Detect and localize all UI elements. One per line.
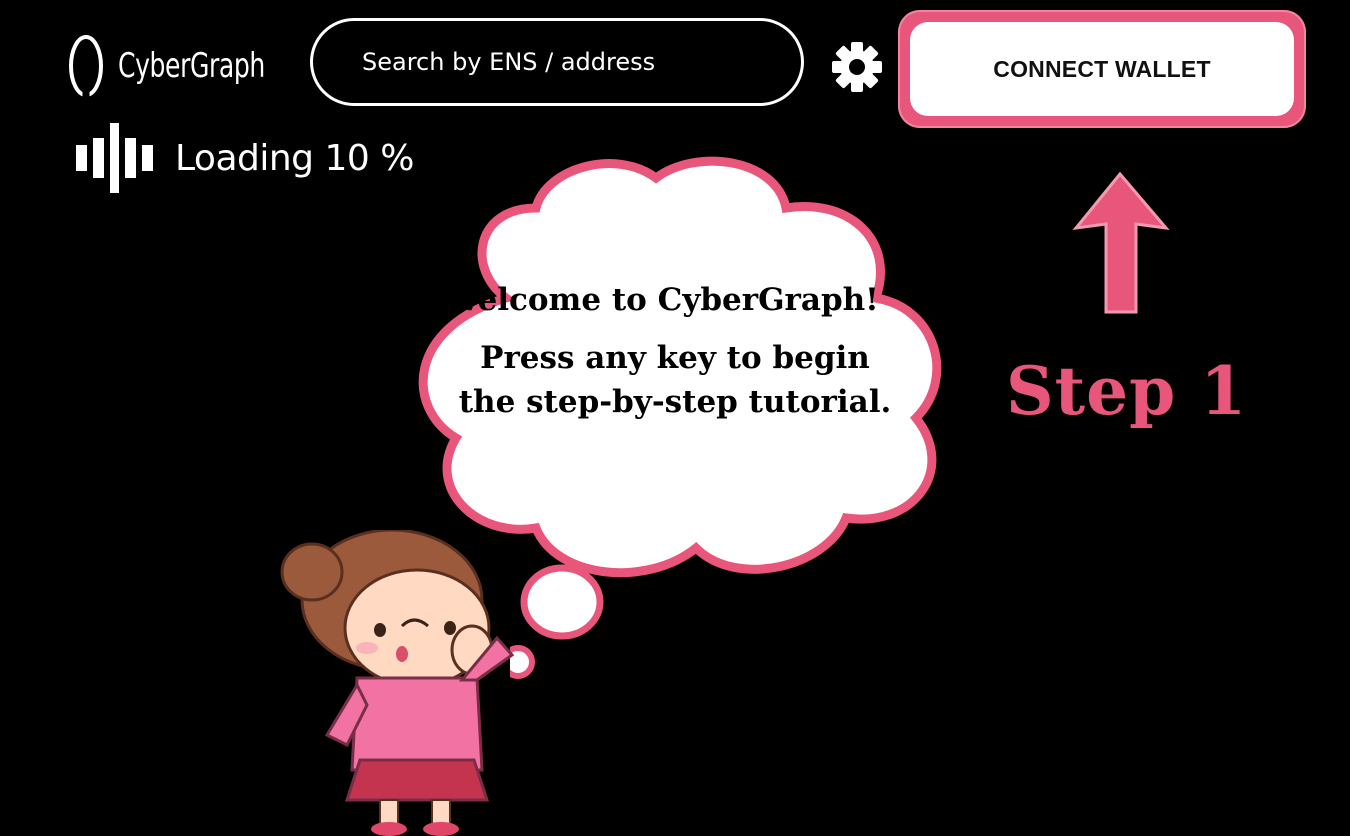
connect-wallet-button[interactable]: CONNECT WALLET	[910, 22, 1294, 116]
tutorial-message: Welcome to CyberGraph! Press any key to …	[420, 282, 930, 424]
gear-icon[interactable]	[830, 40, 884, 94]
step-label: Step 1	[1006, 352, 1248, 430]
loading-label: Loading 10 %	[175, 137, 414, 179]
connect-wallet-highlight: CONNECT WALLET	[898, 10, 1306, 128]
loading-bars-icon	[76, 122, 153, 194]
cybergraph-logo-icon	[68, 34, 104, 98]
search-box[interactable]	[310, 18, 804, 106]
brand-name: CyberGraph	[118, 46, 265, 86]
welcome-text: Welcome to CyberGraph!	[445, 282, 879, 318]
search-input[interactable]	[360, 47, 764, 77]
arrow-up-icon	[1072, 171, 1170, 314]
thinking-girl-illustration	[280, 530, 515, 836]
brand-logo[interactable]: CyberGraph	[68, 34, 297, 98]
loading-indicator: Loading 10 %	[76, 122, 414, 194]
instruction-line-2: the step-by-step tutorial.	[458, 384, 892, 420]
instruction-line-1: Press any key to begin	[480, 340, 870, 376]
